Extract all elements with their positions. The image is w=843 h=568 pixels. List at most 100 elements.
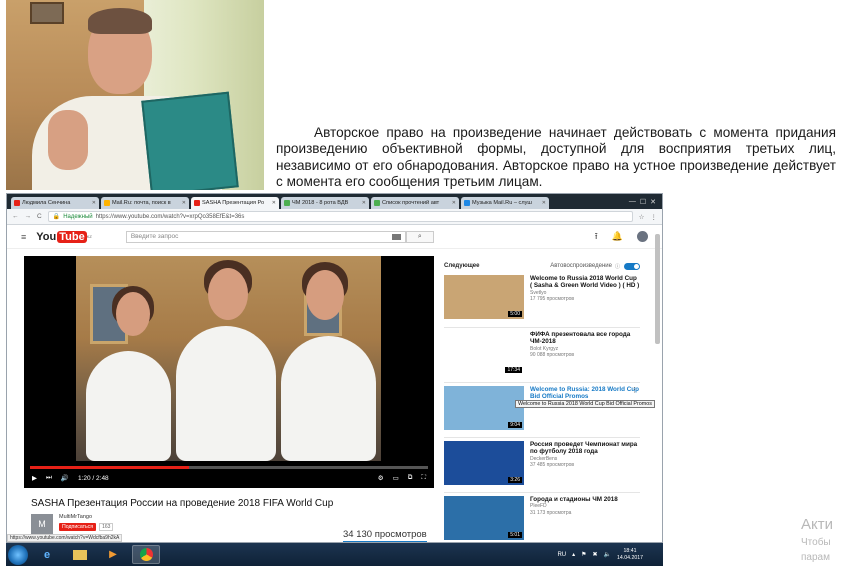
browser-tab[interactable]: Музыка Mail.Ru – слуш ✕ <box>461 197 549 209</box>
cast-icon[interactable]: ⧉ <box>408 474 413 482</box>
recommendation-thumbnail[interactable]: 3:26 <box>444 441 524 485</box>
browser-tab[interactable]: Людмила Сенчина ✕ <box>11 197 99 209</box>
upload-icon[interactable]: ⭱ <box>595 229 598 245</box>
hamburger-menu-icon[interactable]: ≡ <box>21 232 26 242</box>
dancer-dress <box>86 351 171 461</box>
recommendation-thumbnail[interactable]: 5:01 <box>444 496 524 540</box>
tab-close-icon[interactable]: ✕ <box>180 200 186 206</box>
play-icon[interactable]: ▶ <box>32 474 37 482</box>
video-player[interactable]: ▶ ⏭ 🔊 1:20 / 2:48 ⚙ ▭ ⧉ ⛶ <box>24 256 434 488</box>
language-indicator[interactable]: RU <box>557 552 566 558</box>
keyboard-icon[interactable] <box>391 233 401 240</box>
bookmark-star-icon[interactable]: ☆ <box>639 213 645 221</box>
recommendation-thumbnail[interactable]: 5:00 <box>444 275 524 319</box>
video-frame <box>76 256 381 461</box>
browser-tab[interactable]: Mail.Ru: почта, поиск в ✕ <box>101 197 189 209</box>
tab-close-icon[interactable]: ✕ <box>360 200 366 206</box>
search-button[interactable]: ⌕ <box>405 230 434 243</box>
page-scrollbar[interactable] <box>655 234 660 344</box>
volume-tray-icon[interactable]: 🔈 <box>604 551 611 558</box>
browser-tab[interactable]: Список прочтений авт ✕ <box>371 197 459 209</box>
maximize-icon[interactable]: ☐ <box>640 198 646 206</box>
recommendation-meta: Города и стадионы ЧМ 2018 PleeFD 31 173 пр… <box>530 496 618 542</box>
bell-icon[interactable]: 🔔 <box>612 231 623 242</box>
recommendation-title[interactable]: Россия проведет Чемпионат мира по футбол… <box>530 441 640 456</box>
network-icon[interactable]: ✖ <box>593 551 598 558</box>
recommendation-thumbnail[interactable]: 17:34 <box>444 331 524 375</box>
taskbar-media-player-icon[interactable]: ▶ <box>99 545 127 564</box>
browser-tab[interactable]: SASHA Презентация Ро ✕ <box>191 197 279 209</box>
minimize-icon[interactable]: — <box>629 198 636 206</box>
tab-label: ЧМ 2018 - 8 рота ВДВ <box>292 200 349 206</box>
tab-close-icon[interactable]: ✕ <box>90 200 96 206</box>
browser-tab[interactable]: ЧМ 2018 - 8 рота ВДВ ✕ <box>281 197 369 209</box>
tab-close-icon[interactable]: ✕ <box>450 200 456 206</box>
start-button[interactable] <box>8 544 28 565</box>
recommendation-thumbnail[interactable]: 9:04 <box>444 386 524 430</box>
tab-close-icon[interactable]: ✕ <box>270 200 276 206</box>
url-field[interactable]: 🔒 Надежный https://www.youtube.com/watch… <box>47 211 633 222</box>
recommendation-item[interactable]: 3:26 Россия проведет Чемпионат мира по фу… <box>444 437 640 492</box>
recommendation-meta: Россия проведет Чемпионат мира по футбол… <box>530 441 640 492</box>
flag-icon[interactable]: ⚑ <box>581 551 586 558</box>
dancer-dress <box>176 326 276 461</box>
fullscreen-icon[interactable]: ⛶ <box>421 474 426 482</box>
taskbar-ie-icon[interactable]: e <box>33 545 61 564</box>
avatar[interactable] <box>637 231 648 242</box>
up-next-label: Следующее <box>444 263 480 269</box>
recommendation-item[interactable]: 17:34 ФИФА презентовала все города ЧМ-201… <box>444 327 640 382</box>
video-progress-bar[interactable] <box>30 466 428 469</box>
youtube-header: ≡ You Tube KZ Введите запрос ⌕ ⭱ 🔔 <box>7 225 662 249</box>
subscribe-button[interactable]: Подписаться <box>59 523 97 531</box>
more-options-icon[interactable]: ⋮ <box>631 386 638 394</box>
watermark-line-1: Акти <box>801 516 833 533</box>
reload-icon[interactable]: C <box>37 213 42 220</box>
clock[interactable]: 18:41 14.04.2017 <box>617 548 643 560</box>
tab-favicon-icon <box>374 200 380 206</box>
recommendation-item[interactable]: 5:00 Welcome to Russia 2018 World Cup ( S… <box>444 272 640 327</box>
forward-icon[interactable]: → <box>25 213 32 220</box>
video-duration: 5:00 <box>508 311 522 317</box>
back-icon[interactable]: ← <box>12 213 19 220</box>
recommendation-title[interactable]: Welcome to Russia 2018 World Cup ( Sasha… <box>530 275 640 290</box>
video-title: SASHA Презентация России на проведение 2… <box>31 498 334 509</box>
taskbar-chrome-icon[interactable] <box>132 545 160 564</box>
video-duration: 17:34 <box>505 367 522 373</box>
autoplay-toggle[interactable] <box>624 262 640 270</box>
channel-info: M MultiMrTango Подписаться 163 <box>31 514 114 534</box>
search-input[interactable]: Введите запрос <box>125 230 406 243</box>
recommendation-meta: Welcome to Russia: 2018 World Cup Bid Of… <box>530 386 640 437</box>
clock-date: 14.04.2017 <box>617 554 643 561</box>
player-controls: ▶ ⏭ 🔊 1:20 / 2:48 ⚙ ▭ ⧉ ⛶ <box>32 472 426 484</box>
window-controls[interactable]: — ☐ ✕ <box>629 198 662 206</box>
recommendation-title[interactable]: ФИФА презентовала все города ЧМ-2018 <box>530 331 640 346</box>
info-icon[interactable]: ⓘ <box>615 263 620 270</box>
recommendation-title[interactable]: Welcome to Russia: 2018 World Cup Bid Of… <box>530 386 640 401</box>
recommendation-item[interactable]: 5:01 Города и стадионы ЧМ 2018 PleeFD 31 17… <box>444 492 640 542</box>
recommendation-item[interactable]: 9:04 Welcome to Russia: 2018 World Cup Bi… <box>444 382 640 437</box>
browser-window: Людмила Сенчина ✕ Mail.Ru: почта, поиск в ✕… <box>6 193 663 543</box>
tab-close-icon[interactable]: ✕ <box>540 200 546 206</box>
taskbar-folder-icon[interactable] <box>66 545 94 564</box>
search-icon: ⌕ <box>417 232 422 240</box>
recommendation-title[interactable]: Города и стадионы ЧМ 2018 <box>530 496 618 503</box>
theater-mode-icon[interactable]: ▭ <box>393 474 399 482</box>
settings-gear-icon[interactable]: ⚙ <box>378 474 384 482</box>
close-icon[interactable]: ✕ <box>650 198 656 206</box>
tray-up-icon[interactable]: ▴ <box>572 551 575 558</box>
autoplay-label: Автовоспроизведение <box>550 263 612 269</box>
tab-label: Музыка Mail.Ru – слуш <box>472 200 532 206</box>
tab-favicon-icon <box>14 200 20 206</box>
video-duration: 9:04 <box>508 422 522 428</box>
watermark-line-3: парам <box>801 552 830 563</box>
volume-icon[interactable]: 🔊 <box>61 474 69 482</box>
menu-dots-icon[interactable]: ⋮ <box>651 213 658 221</box>
next-icon[interactable]: ⏭ <box>46 474 52 482</box>
logo-you: You <box>36 230 57 243</box>
channel-avatar[interactable]: M <box>31 514 53 534</box>
video-progress-played <box>30 466 190 469</box>
youtube-logo[interactable]: You Tube KZ <box>36 230 92 243</box>
channel-name[interactable]: MultiMrTango <box>59 514 113 520</box>
system-tray: RU ▴ ⚑ ✖ 🔈 18:41 14.04.2017 <box>557 548 663 560</box>
video-time: 1:20 / 2:48 <box>77 474 109 482</box>
